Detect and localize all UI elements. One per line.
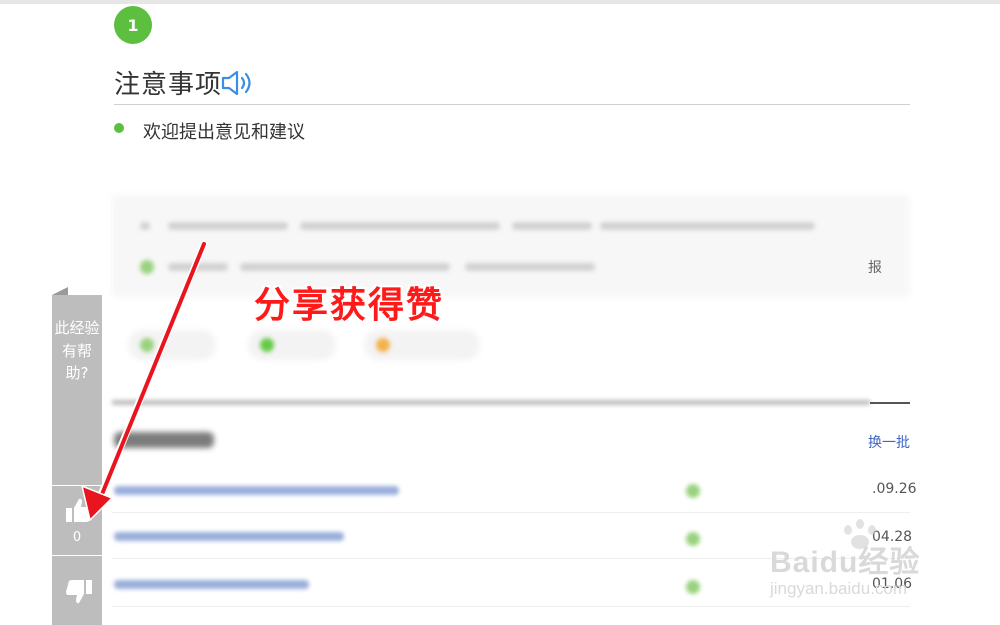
blurred-article-link[interactable] — [114, 532, 344, 541]
blurred-icon — [686, 484, 700, 498]
vote-question: 此经验有帮助? — [54, 319, 100, 382]
blurred-icon — [140, 338, 154, 352]
speaker-icon[interactable] — [220, 69, 256, 97]
like-count: 0 — [72, 530, 82, 545]
blurred-text — [168, 222, 288, 230]
notice-divider — [114, 104, 910, 105]
watermark-url: jingyan.baidu.com — [770, 579, 908, 598]
top-rule — [0, 0, 1000, 4]
blurred-text — [240, 263, 450, 271]
blurred-text — [168, 263, 228, 271]
blurred-text — [300, 222, 500, 230]
vote-panel-tab — [52, 287, 68, 295]
step-number-badge: 1 — [114, 6, 152, 44]
section-rule — [870, 402, 910, 404]
blurred-icon — [140, 260, 154, 274]
blurred-text — [600, 222, 815, 230]
overlay-caption: 分享获得赞 — [254, 285, 445, 326]
blurred-icon — [376, 338, 390, 352]
vote-divider — [52, 485, 102, 486]
blurred-icon — [686, 580, 700, 594]
vote-panel: 此经验有帮助? 0 — [52, 295, 102, 625]
blurred-section-rule — [112, 400, 870, 405]
bullet-dot — [114, 123, 124, 133]
blurred-icon — [260, 338, 274, 352]
change-batch-link[interactable]: 换一批 — [868, 432, 910, 452]
blurred-text — [140, 222, 150, 230]
thumbs-down-icon[interactable] — [65, 579, 93, 605]
report-link[interactable]: 报 — [868, 257, 882, 277]
watermark-brand: Baidu经验 — [770, 546, 921, 579]
blurred-article-link[interactable] — [114, 580, 309, 589]
notice-title: 注意事项 — [114, 70, 223, 100]
blurred-text — [465, 263, 595, 271]
blurred-text — [512, 222, 592, 230]
blurred-article-link[interactable] — [114, 486, 399, 495]
article-date: .09.26 — [872, 481, 917, 497]
blurred-section-title — [114, 432, 214, 448]
row-divider — [112, 606, 910, 607]
notice-item: 欢迎提出意见和建议 — [143, 122, 305, 143]
blurred-icon — [686, 532, 700, 546]
vote-divider — [52, 555, 102, 556]
blurred-share-panel — [112, 195, 910, 297]
thumbs-up-icon[interactable] — [65, 497, 93, 523]
